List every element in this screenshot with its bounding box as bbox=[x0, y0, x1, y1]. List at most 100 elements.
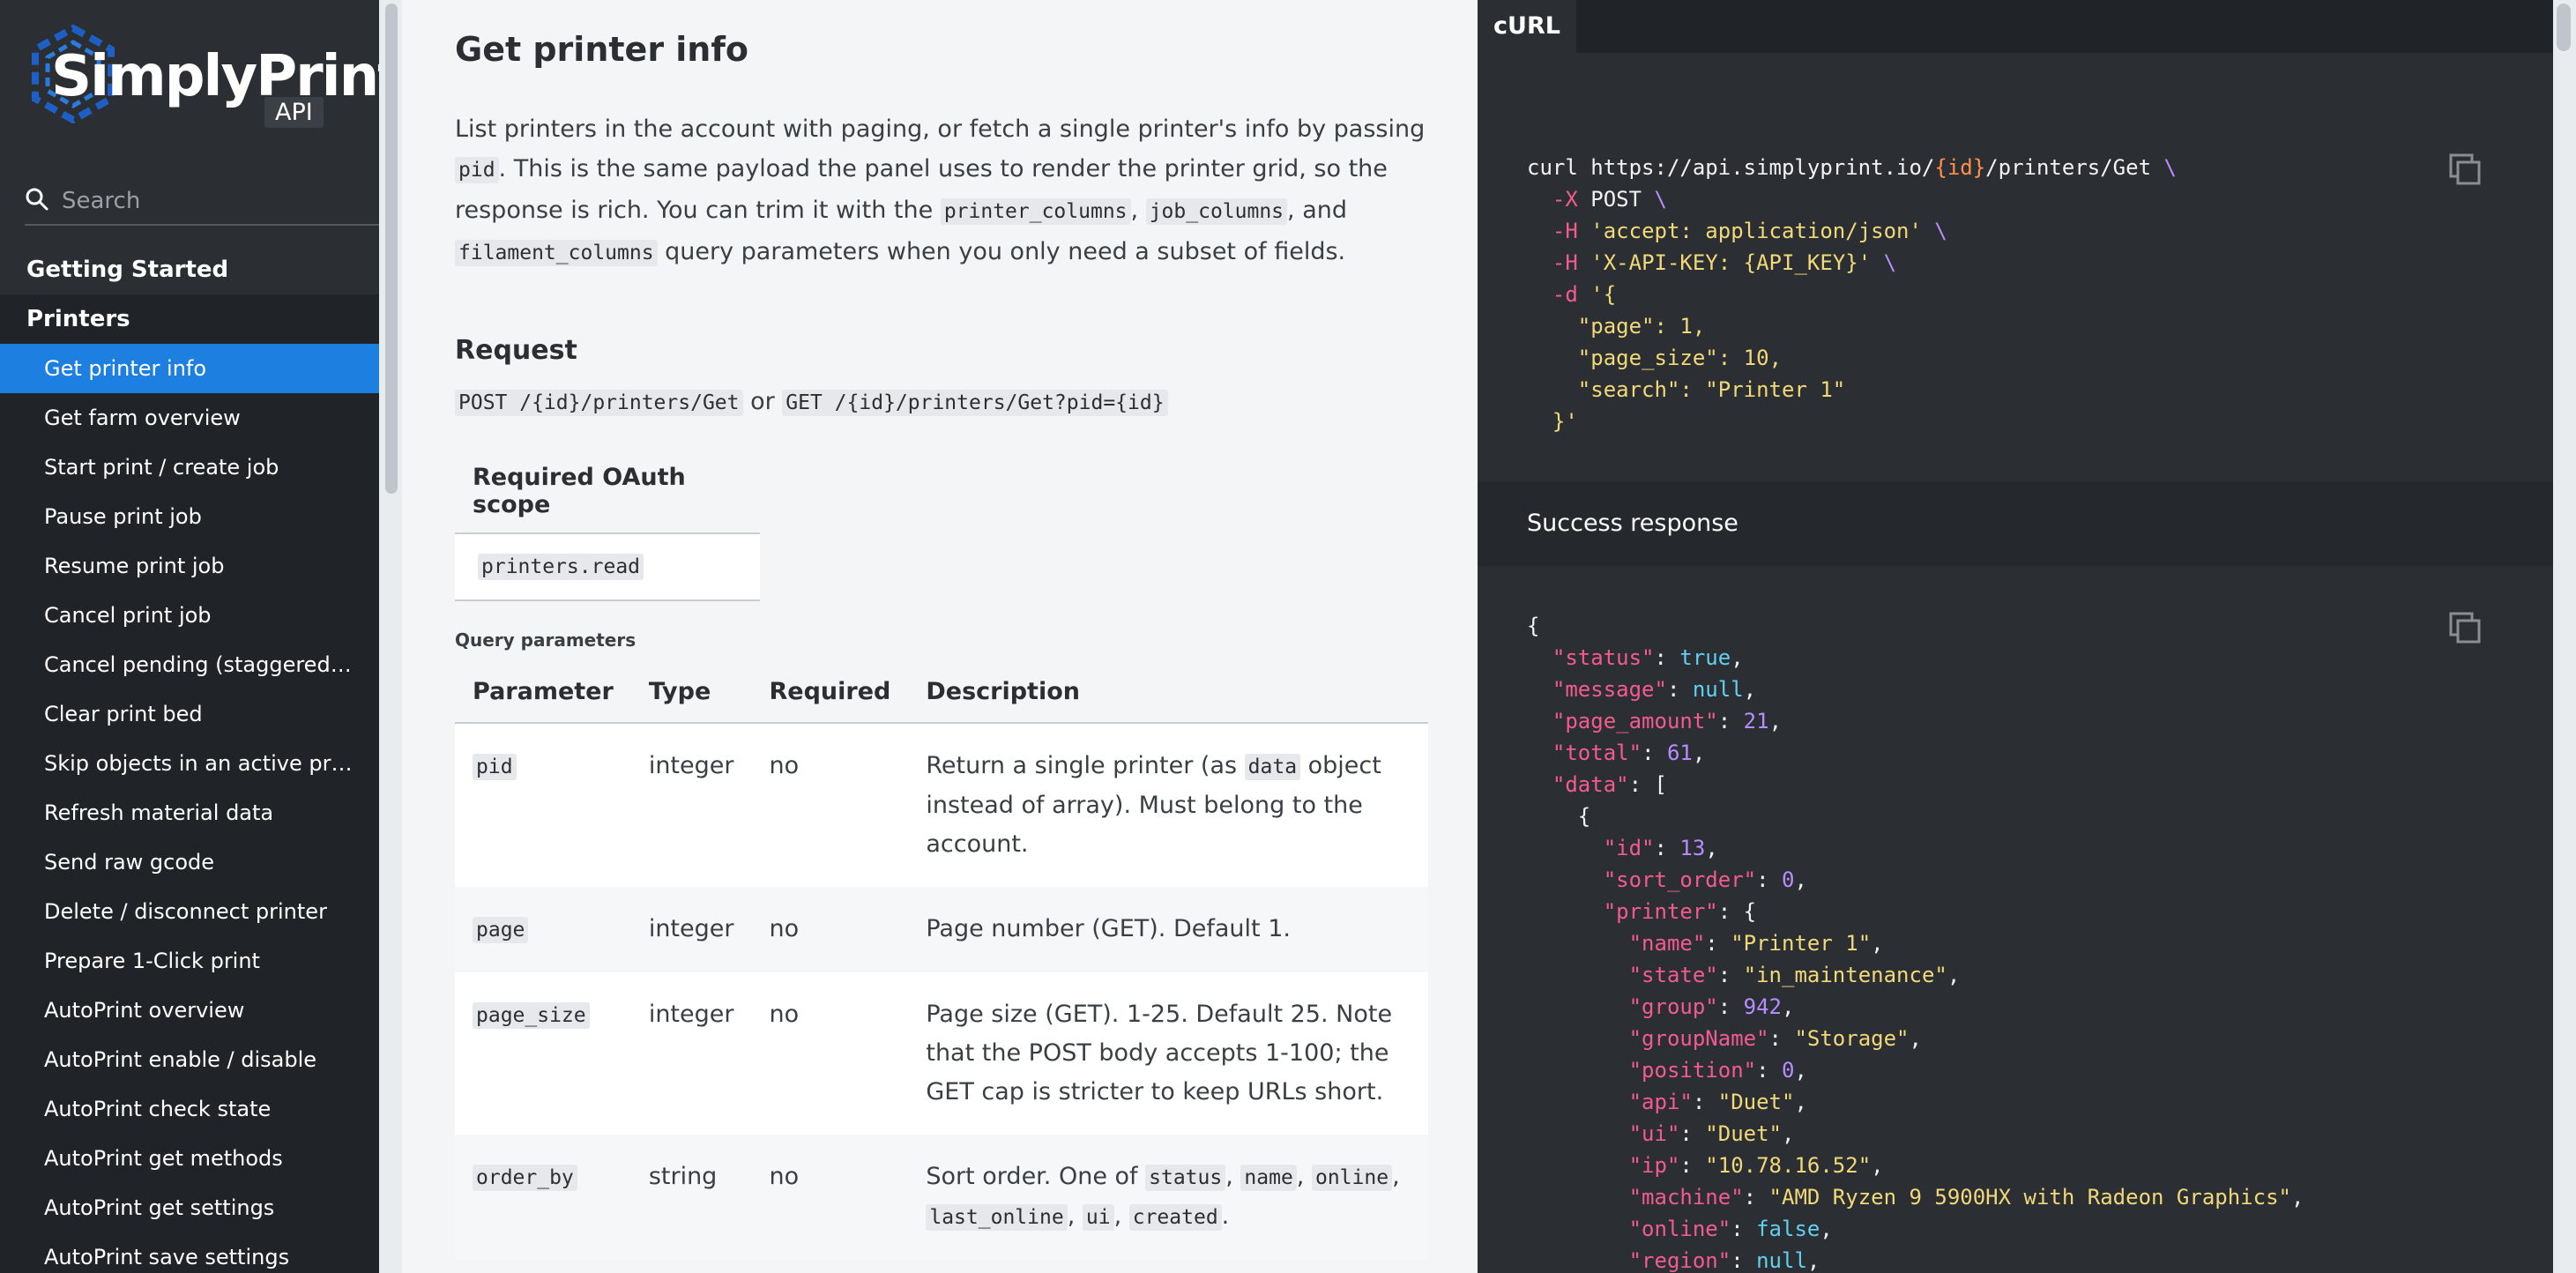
param-description: Page size (GET). 1-25. Default 25. Note … bbox=[908, 972, 1428, 1135]
json-value: "in_maintenance" bbox=[1743, 963, 1947, 987]
param-description: Page number (GET). Default 1. bbox=[908, 887, 1428, 972]
scope-cell: printers.read bbox=[455, 533, 760, 601]
code-token: -d bbox=[1552, 282, 1578, 307]
param-type: string bbox=[630, 1135, 752, 1260]
table-row: order_by string no Sort order. One of st… bbox=[455, 1135, 1428, 1260]
intro-text: , bbox=[1130, 197, 1146, 224]
nav-item-autoprint-get-settings[interactable]: AutoPrint get settings bbox=[0, 1183, 379, 1232]
nav-item-autoprint-enable[interactable]: AutoPrint enable / disable bbox=[0, 1035, 379, 1084]
col-header-required: Required bbox=[751, 661, 909, 724]
code-token: 1 bbox=[1679, 314, 1693, 339]
nav-item-refresh-material[interactable]: Refresh material data bbox=[0, 788, 379, 838]
nav-item-skip-objects[interactable]: Skip objects in an active print bbox=[0, 739, 379, 788]
sidebar-scrollbar-thumb[interactable] bbox=[385, 4, 398, 494]
logo[interactable]: SimplyPrint API bbox=[25, 25, 379, 130]
json-key: "message" bbox=[1552, 677, 1667, 702]
nav-item-start-print[interactable]: Start print / create job bbox=[0, 443, 379, 492]
desc-text: Sort order. One of bbox=[926, 1163, 1146, 1190]
nav-item-resume-print[interactable]: Resume print job bbox=[0, 541, 379, 591]
col-header-type: Type bbox=[630, 661, 752, 724]
endpoint-or: or bbox=[742, 388, 783, 415]
json-key: "online" bbox=[1628, 1217, 1731, 1241]
nav-item-autoprint-overview[interactable]: AutoPrint overview bbox=[0, 986, 379, 1035]
nav-item-get-printer-info[interactable]: Get printer info bbox=[0, 344, 379, 393]
code-token: 'accept: application/json' bbox=[1590, 219, 1922, 243]
json-key: "ip" bbox=[1628, 1153, 1680, 1178]
code-token: }' bbox=[1552, 409, 1578, 434]
desc-text: Return a single printer (as bbox=[926, 752, 1245, 779]
page-scrollbar[interactable] bbox=[2553, 0, 2576, 1273]
copy-icon[interactable] bbox=[2447, 610, 2483, 645]
param-code: page bbox=[473, 917, 529, 943]
desc-code: name bbox=[1240, 1165, 1297, 1191]
nav-item-pause-print[interactable]: Pause print job bbox=[0, 492, 379, 541]
scope-table: Required OAuth scope printers.read bbox=[455, 450, 760, 601]
nav-section-printers[interactable]: Printers bbox=[0, 294, 379, 344]
success-response-header: Success response bbox=[1478, 481, 2553, 566]
nav-item-prepare-1click[interactable]: Prepare 1-Click print bbox=[0, 936, 379, 986]
code-printer-columns: printer_columns bbox=[940, 198, 1131, 225]
code-tab-bar: cURL bbox=[1478, 0, 2553, 53]
intro-text: query parameters when you only need a su… bbox=[657, 238, 1346, 265]
col-header-parameter: Parameter bbox=[455, 661, 631, 724]
json-value: 0 bbox=[1782, 867, 1795, 892]
code-token: -H bbox=[1552, 250, 1578, 275]
col-header-description: Description bbox=[908, 661, 1428, 724]
param-type: integer bbox=[630, 972, 752, 1135]
code-token: curl https://api.simplyprint.io/ bbox=[1527, 155, 1935, 180]
nav-item-autoprint-check[interactable]: AutoPrint check state bbox=[0, 1084, 379, 1134]
scope-header: Required OAuth scope bbox=[455, 450, 760, 534]
nav-item-autoprint-save-settings[interactable]: AutoPrint save settings bbox=[0, 1232, 379, 1273]
nav-section-getting-started[interactable]: Getting Started bbox=[0, 245, 379, 294]
code-token: {id} bbox=[1934, 155, 1986, 180]
param-code: order_by bbox=[473, 1165, 577, 1191]
nav-item-cancel-pending[interactable]: Cancel pending (staggered) ... bbox=[0, 640, 379, 689]
json-value: 942 bbox=[1743, 994, 1783, 1019]
code-token: "search" bbox=[1577, 377, 1680, 402]
nav-item-clear-bed[interactable]: Clear print bed bbox=[0, 689, 379, 739]
json-value: 0 bbox=[1782, 1058, 1795, 1083]
json-value: "Storage" bbox=[1794, 1026, 1910, 1051]
tab-curl[interactable]: cURL bbox=[1478, 0, 1576, 53]
copy-icon[interactable] bbox=[2447, 152, 2483, 187]
code-token: 'X-API-KEY: {API_KEY}' bbox=[1590, 250, 1872, 275]
json-key: "api" bbox=[1628, 1090, 1693, 1114]
json-value: "AMD Ryzen 9 5900HX with Radeon Graphics… bbox=[1768, 1185, 2291, 1210]
json-key: "ui" bbox=[1628, 1121, 1680, 1146]
scope-value: printers.read bbox=[478, 554, 644, 580]
param-required: no bbox=[751, 1135, 909, 1260]
nav-item-delete-printer[interactable]: Delete / disconnect printer bbox=[0, 887, 379, 936]
json-value: null bbox=[1756, 1248, 1807, 1273]
desc-code: online bbox=[1311, 1165, 1393, 1191]
search-input[interactable] bbox=[62, 183, 361, 219]
table-row: page integer no Page number (GET). Defau… bbox=[455, 887, 1428, 972]
json-key: "data" bbox=[1552, 772, 1629, 797]
json-key: "status" bbox=[1552, 645, 1655, 670]
nav-item-autoprint-methods[interactable]: AutoPrint get methods bbox=[0, 1134, 379, 1183]
desc-code: last_online bbox=[926, 1204, 1068, 1231]
nav-item-cancel-print[interactable]: Cancel print job bbox=[0, 591, 379, 640]
code-token: "Printer 1" bbox=[1705, 377, 1846, 402]
json-value: "10.78.16.52" bbox=[1705, 1153, 1872, 1178]
nav-item-get-farm-overview[interactable]: Get farm overview bbox=[0, 393, 379, 443]
table-row: pid integer no Return a single printer (… bbox=[455, 723, 1428, 887]
code-panel: cURL curl https://api.simplyprint.io/{id… bbox=[1478, 0, 2553, 1273]
json-key: "position" bbox=[1628, 1058, 1757, 1083]
json-key: "region" bbox=[1628, 1248, 1731, 1273]
main-content: Get printer info List printers in the ac… bbox=[402, 0, 1478, 1273]
json-value: "Printer 1" bbox=[1731, 931, 1872, 956]
code-job-columns: job_columns bbox=[1145, 198, 1288, 225]
desc-code: status bbox=[1145, 1165, 1226, 1191]
code-token: POST bbox=[1590, 187, 1642, 212]
json-key: "sort_order" bbox=[1603, 867, 1757, 892]
param-name: pid bbox=[455, 723, 631, 887]
code-token: 10 bbox=[1743, 346, 1769, 370]
json-value: "Duet" bbox=[1705, 1121, 1782, 1146]
nav-item-send-gcode[interactable]: Send raw gcode bbox=[0, 838, 379, 887]
search-icon bbox=[26, 188, 48, 211]
param-description: Return a single printer (as data object … bbox=[908, 723, 1428, 887]
param-required: no bbox=[751, 972, 909, 1135]
query-params-label: Query parameters bbox=[455, 629, 637, 651]
page-scrollbar-thumb[interactable] bbox=[2557, 4, 2571, 51]
code-token: -H bbox=[1552, 219, 1578, 243]
